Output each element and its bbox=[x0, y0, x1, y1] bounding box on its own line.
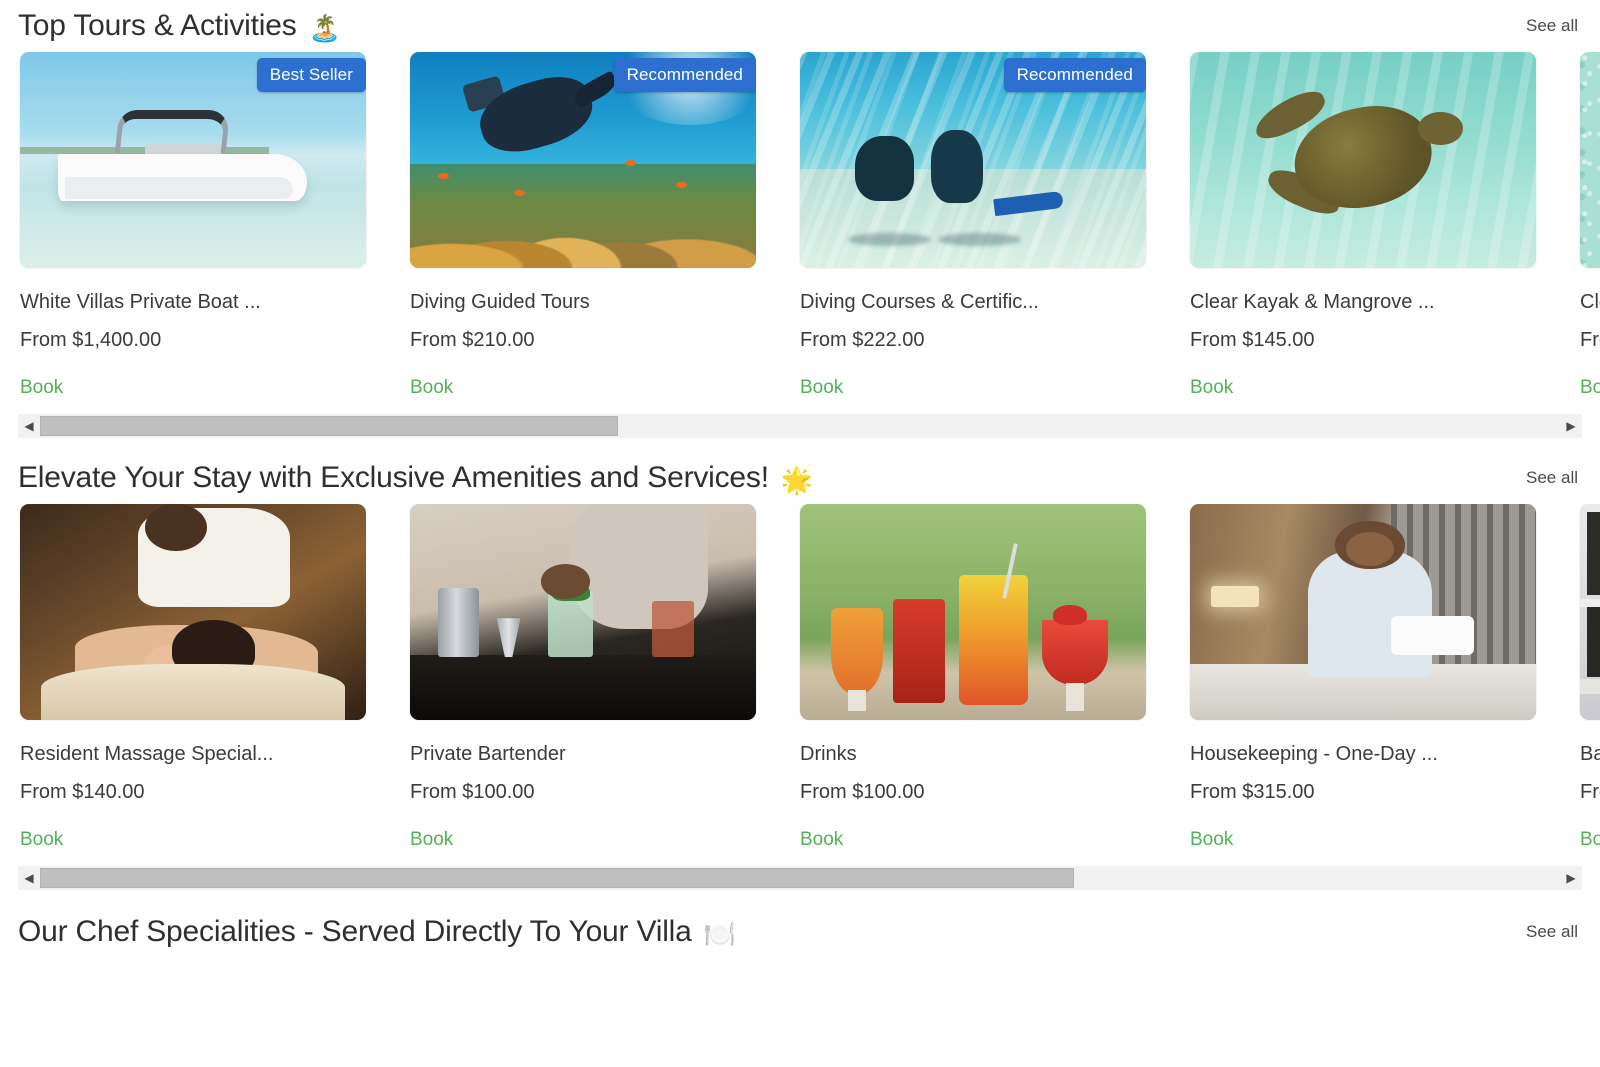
scroll-left-arrow-icon[interactable]: ◀ bbox=[18, 866, 40, 891]
see-all-link-amenities[interactable]: See all bbox=[1526, 468, 1578, 488]
card-price: From $145.00 bbox=[1190, 329, 1315, 351]
list-item[interactable]: Resident Massage Special... From $140.00… bbox=[20, 503, 388, 852]
scrollbar-thumb[interactable] bbox=[40, 868, 1074, 889]
book-button[interactable]: Book bbox=[800, 377, 843, 400]
bartender-photo bbox=[410, 503, 756, 720]
page-title: Top Tours & Activities 🏝️ bbox=[18, 9, 341, 43]
card-title: Clear K bbox=[1580, 291, 1600, 313]
book-button[interactable]: Book bbox=[800, 829, 843, 852]
carousel-track: Resident Massage Special... From $140.00… bbox=[0, 503, 1600, 852]
card-title: Private Bartender bbox=[410, 742, 566, 765]
list-item[interactable]: Private Bartender From $100.00 Book bbox=[410, 503, 778, 852]
scroll-right-arrow-icon[interactable]: ▶ bbox=[1560, 866, 1582, 891]
card-price: From $100.00 bbox=[800, 780, 925, 803]
list-item[interactable]: Drinks From $100.00 Book bbox=[800, 503, 1168, 852]
see-all-link-chef[interactable]: See all bbox=[1526, 922, 1578, 942]
card-image[interactable]: Recommended bbox=[410, 52, 756, 268]
card-image[interactable]: Best Seller bbox=[20, 52, 366, 268]
card-price: From $1,400.00 bbox=[20, 329, 162, 351]
section-title-text: Elevate Your Stay with Exclusive Ameniti… bbox=[18, 460, 769, 494]
card-price: From $140.00 bbox=[20, 780, 145, 803]
book-button[interactable]: Book bbox=[410, 829, 453, 852]
card-title: Housekeeping - One-Day ... bbox=[1190, 742, 1438, 765]
status-badge: Recommended bbox=[613, 58, 756, 92]
carousel-amenities: Resident Massage Special... From $140.00… bbox=[0, 503, 1600, 852]
card-image[interactable] bbox=[1190, 503, 1536, 720]
list-item[interactable]: Best Seller White Villas Private Boat ..… bbox=[20, 52, 388, 400]
massage-photo bbox=[20, 503, 366, 720]
card-title: White Villas Private Boat ... bbox=[20, 291, 261, 313]
see-all-link-tours[interactable]: See all bbox=[1526, 16, 1578, 36]
card-price: From $222.00 bbox=[800, 329, 925, 351]
book-button[interactable]: Book bbox=[1190, 377, 1233, 400]
turtle-photo bbox=[1190, 52, 1536, 268]
section-title-text: Our Chef Specialities - Served Directly … bbox=[18, 914, 692, 948]
book-button[interactable]: Book bbox=[20, 377, 63, 400]
list-item[interactable]: Recommended Diving Guided Tours From $21… bbox=[410, 52, 778, 400]
carousel-track: Best Seller White Villas Private Boat ..… bbox=[0, 52, 1600, 400]
book-button[interactable]: Book bbox=[410, 377, 453, 400]
section-header: Our Chef Specialities - Served Directly … bbox=[0, 906, 1600, 958]
card-image[interactable] bbox=[1190, 52, 1536, 268]
list-item[interactable]: Housekeeping - One-Day ... From $315.00 … bbox=[1190, 503, 1558, 852]
card-image[interactable] bbox=[1580, 503, 1600, 720]
card-title: Clear Kayak & Mangrove ... bbox=[1190, 291, 1435, 313]
drinks-photo bbox=[800, 503, 1146, 720]
dinner-plate-icon: 🍽️ bbox=[703, 918, 736, 949]
section-header: Elevate Your Stay with Exclusive Ameniti… bbox=[0, 452, 1600, 504]
sun-icon: 🌟 bbox=[780, 464, 814, 495]
window-photo bbox=[1580, 503, 1600, 720]
book-button[interactable]: Book bbox=[1580, 829, 1600, 852]
list-item[interactable]: Recommended Diving Courses & Certific...… bbox=[800, 52, 1168, 400]
card-price: From $ bbox=[1580, 329, 1600, 351]
card-image[interactable] bbox=[800, 503, 1146, 720]
list-item[interactable]: Clear Kayak & Mangrove ... From $145.00 … bbox=[1190, 52, 1558, 400]
card-title: Diving Courses & Certific... bbox=[800, 291, 1039, 313]
list-item[interactable]: Clear K From $ Book bbox=[1580, 52, 1600, 400]
shallow-water-photo bbox=[1580, 52, 1600, 268]
card-price: From $ bbox=[1580, 780, 1600, 803]
section-top-tours: Top Tours & Activities 🏝️ See all Best Se… bbox=[0, 0, 1600, 439]
section-header: Top Tours & Activities 🏝️ See all bbox=[0, 0, 1600, 52]
page-title: Our Chef Specialities - Served Directly … bbox=[18, 914, 736, 949]
card-price: From $100.00 bbox=[410, 780, 535, 803]
book-button[interactable]: Book bbox=[1190, 829, 1233, 852]
carousel-scrollbar-tours[interactable]: ◀ ▶ bbox=[18, 413, 1582, 439]
housekeeping-photo bbox=[1190, 503, 1536, 720]
section-chef-specialities: Our Chef Specialities - Served Directly … bbox=[0, 906, 1600, 958]
list-item[interactable]: Baby s From $ Book bbox=[1580, 503, 1600, 852]
scroll-left-arrow-icon[interactable]: ◀ bbox=[18, 414, 40, 439]
card-title: Resident Massage Special... bbox=[20, 742, 274, 765]
carousel-scrollbar-amenities[interactable]: ◀ ▶ bbox=[18, 865, 1582, 891]
book-button[interactable]: Book bbox=[20, 829, 63, 852]
card-title: Drinks bbox=[800, 742, 857, 765]
tours-and-services-page: Top Tours & Activities 🏝️ See all Best Se… bbox=[0, 0, 1600, 1067]
card-image[interactable] bbox=[1580, 52, 1600, 268]
card-price: From $210.00 bbox=[410, 329, 535, 351]
palm-tree-icon: 🏝️ bbox=[308, 13, 341, 43]
status-badge: Recommended bbox=[1003, 58, 1146, 92]
page-title: Elevate Your Stay with Exclusive Ameniti… bbox=[18, 460, 814, 495]
status-badge: Best Seller bbox=[256, 58, 366, 92]
card-price: From $315.00 bbox=[1190, 780, 1315, 803]
card-title: Baby s bbox=[1580, 742, 1600, 765]
scroll-right-arrow-icon[interactable]: ▶ bbox=[1560, 414, 1582, 439]
card-image[interactable] bbox=[20, 503, 366, 720]
section-title-text: Top Tours & Activities bbox=[18, 9, 297, 42]
scrollbar-track[interactable] bbox=[40, 866, 1560, 891]
carousel-tours: Best Seller White Villas Private Boat ..… bbox=[0, 52, 1600, 400]
book-button[interactable]: Book bbox=[1580, 377, 1600, 400]
card-image[interactable] bbox=[410, 503, 756, 720]
card-image[interactable]: Recommended bbox=[800, 52, 1146, 268]
scrollbar-track[interactable] bbox=[40, 414, 1560, 439]
card-title: Diving Guided Tours bbox=[410, 291, 590, 313]
section-amenities: Elevate Your Stay with Exclusive Ameniti… bbox=[0, 452, 1600, 891]
scrollbar-thumb[interactable] bbox=[40, 416, 618, 437]
